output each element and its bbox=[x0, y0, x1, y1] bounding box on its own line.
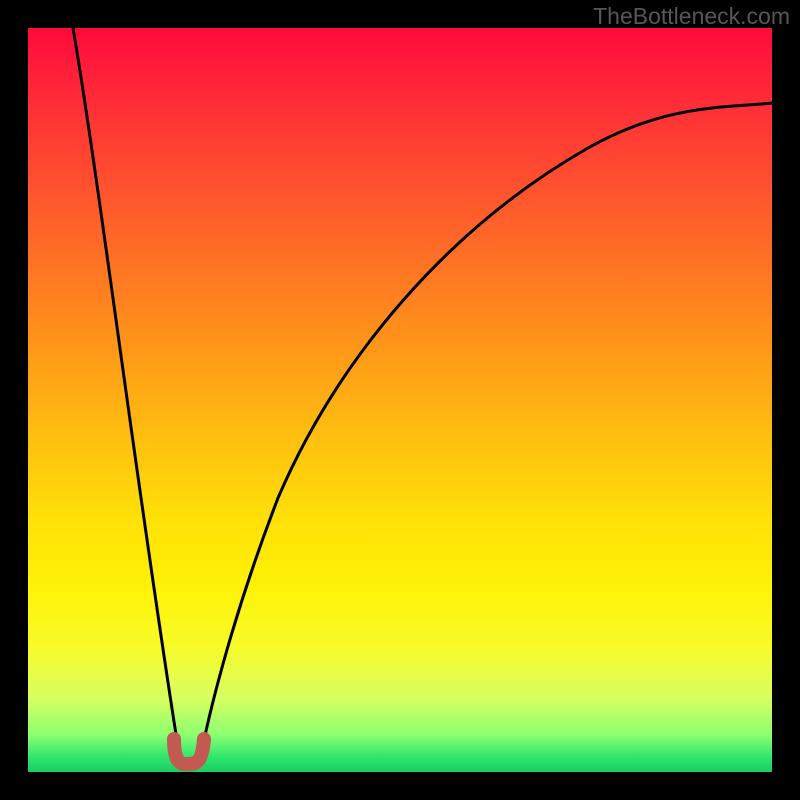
minimum-u-marker bbox=[174, 739, 204, 764]
bottleneck-curve bbox=[28, 28, 772, 772]
curve-left-branch bbox=[73, 28, 182, 760]
chart-frame: TheBottleneck.com bbox=[0, 0, 800, 800]
curve-right-branch bbox=[200, 103, 772, 760]
watermark-text: TheBottleneck.com bbox=[593, 3, 790, 30]
